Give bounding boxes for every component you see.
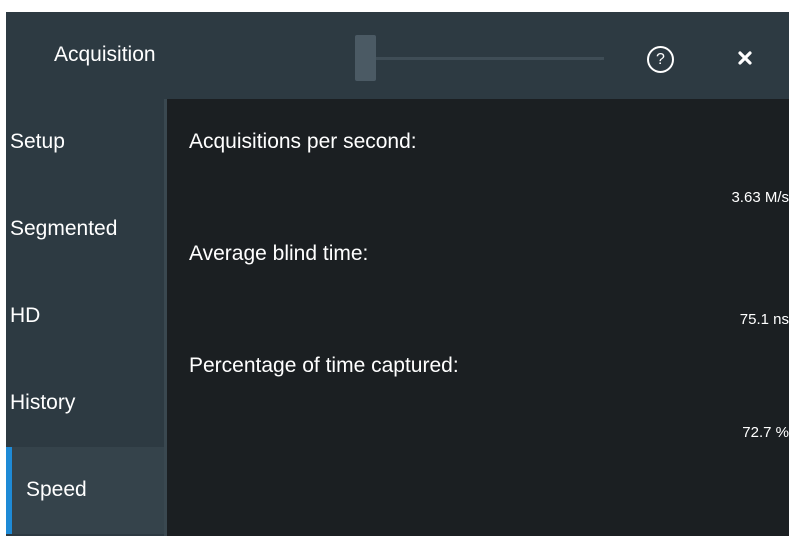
sidebar-item-speed[interactable]: Speed (6, 447, 164, 534)
average-blind-time-value: 75.1 ns (739, 311, 789, 328)
acquisitions-per-second-label: Acquisitions per second: (189, 130, 417, 153)
help-button[interactable]: ? (647, 46, 674, 73)
sidebar-item-hd[interactable]: HD (6, 273, 164, 360)
acquisition-dialog: Acquisition ? Setup Segmented HD History… (6, 12, 789, 536)
sidebar-item-history[interactable]: History (6, 360, 164, 447)
acquisitions-per-second-value: 3.63 M/s (731, 189, 789, 206)
sidebar-item-setup[interactable]: Setup (6, 99, 164, 186)
dialog-title: Acquisition (54, 43, 156, 66)
sidebar-item-label: Setup (10, 130, 65, 153)
sidebar-item-segmented[interactable]: Segmented (6, 186, 164, 273)
question-circle-icon: ? (656, 51, 665, 68)
close-icon (738, 51, 752, 65)
sidebar-item-label: HD (10, 304, 41, 327)
percentage-time-captured-label: Percentage of time captured: (189, 354, 459, 377)
transparency-slider-track[interactable] (374, 57, 604, 60)
sidebar-item-label: History (10, 391, 76, 414)
average-blind-time-label: Average blind time: (189, 242, 369, 265)
close-button[interactable] (732, 45, 758, 71)
speed-panel: Acquisitions per second: 3.63 M/s Averag… (167, 99, 789, 536)
sidebar-nav: Setup Segmented HD History Speed (6, 99, 164, 536)
active-tab-indicator (6, 447, 12, 534)
transparency-slider-handle[interactable] (355, 35, 376, 81)
sidebar-item-label: Speed (26, 478, 87, 501)
percentage-time-captured-value: 72.7 % (742, 424, 789, 441)
title-bar: Acquisition ? (6, 12, 789, 99)
sidebar-item-label: Segmented (10, 217, 118, 240)
